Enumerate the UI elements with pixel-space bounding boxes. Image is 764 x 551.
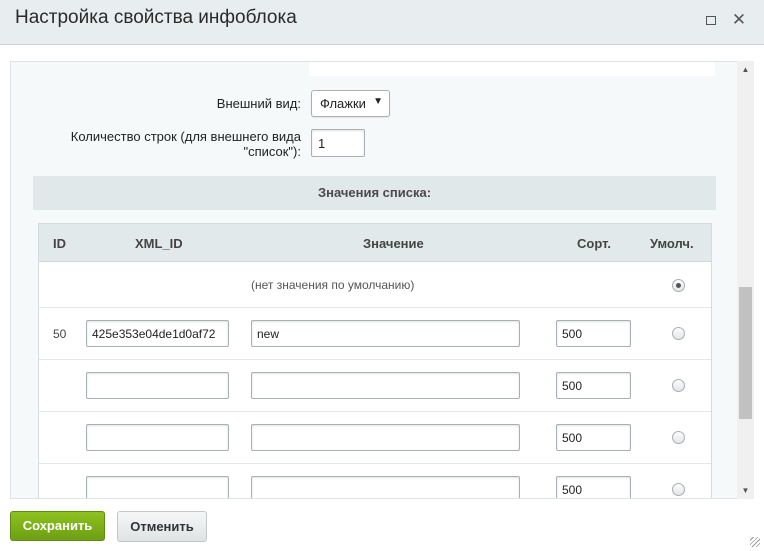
sort-input[interactable]: 500 [556, 424, 631, 451]
xml-id-input[interactable] [86, 476, 229, 498]
no-default-radio[interactable] [672, 279, 685, 292]
table-header: ID XML_ID Значение Сорт. Умолч. [39, 224, 711, 262]
maximize-icon[interactable] [703, 12, 719, 28]
xml-id-input[interactable]: 425e353e04de1d0af72 [86, 320, 229, 347]
list-values-title: Значения списка: [33, 176, 716, 210]
table-row: 500 [39, 360, 711, 412]
table-row: 50 425e353e04de1d0af72 new 500 [39, 308, 711, 360]
resize-grip-icon[interactable] [750, 537, 760, 547]
cancel-button[interactable]: Отменить [117, 511, 207, 542]
top-strip [309, 62, 715, 76]
xml-id-input[interactable] [86, 372, 229, 399]
dialog-title: Настройка свойства инфоблока [15, 7, 297, 28]
table-row: 500 [39, 412, 711, 464]
value-input[interactable] [251, 372, 520, 399]
arrow-up-icon[interactable]: ▲ [737, 61, 754, 78]
col-id: ID [53, 236, 66, 251]
table-row: 500 [39, 464, 711, 498]
rows-label-line1: Количество строк (для внешнего вида [70, 129, 301, 144]
chevron-down-icon: ▼ [373, 96, 383, 107]
sort-input[interactable]: 500 [556, 476, 631, 498]
rows-count-input[interactable]: 1 [311, 129, 365, 157]
rows-label: Количество строк (для внешнего вида "спи… [51, 129, 301, 159]
value-input[interactable]: new [251, 320, 520, 347]
col-xml-id: XML_ID [135, 236, 183, 251]
default-radio[interactable] [672, 379, 685, 392]
list-values-table: ID XML_ID Значение Сорт. Умолч. (нет зна… [38, 223, 712, 498]
no-default-label: (нет значения по умолчанию) [251, 278, 415, 292]
view-select[interactable]: Флажки ▼ [311, 90, 390, 117]
arrow-down-icon[interactable]: ▼ [737, 482, 754, 499]
sort-input[interactable]: 500 [556, 320, 631, 347]
default-radio[interactable] [672, 431, 685, 444]
xml-id-input[interactable] [86, 424, 229, 451]
sort-input[interactable]: 500 [556, 372, 631, 399]
vertical-scrollbar[interactable]: ▲ ▼ [737, 61, 754, 499]
scroll-thumb[interactable] [739, 287, 752, 419]
dialog-header: Настройка свойства инфоблока ✕ [0, 0, 764, 45]
view-select-value: Флажки [320, 96, 366, 111]
dialog-content: Внешний вид: Флажки ▼ Количество строк (… [10, 61, 754, 499]
col-sort: Сорт. [577, 236, 611, 251]
col-default: Умолч. [650, 236, 694, 251]
default-radio[interactable] [672, 483, 685, 496]
no-default-row: (нет значения по умолчанию) [39, 263, 711, 308]
dialog-footer: Сохранить Отменить [0, 499, 764, 551]
row-id: 50 [53, 327, 67, 341]
default-radio[interactable] [672, 327, 685, 340]
close-icon[interactable]: ✕ [731, 11, 747, 28]
value-input[interactable] [251, 476, 520, 498]
value-input[interactable] [251, 424, 520, 451]
save-button[interactable]: Сохранить [10, 511, 105, 541]
rows-label-line2: "список"): [243, 144, 301, 159]
col-value: Значение [363, 236, 424, 251]
view-label: Внешний вид: [216, 96, 301, 111]
